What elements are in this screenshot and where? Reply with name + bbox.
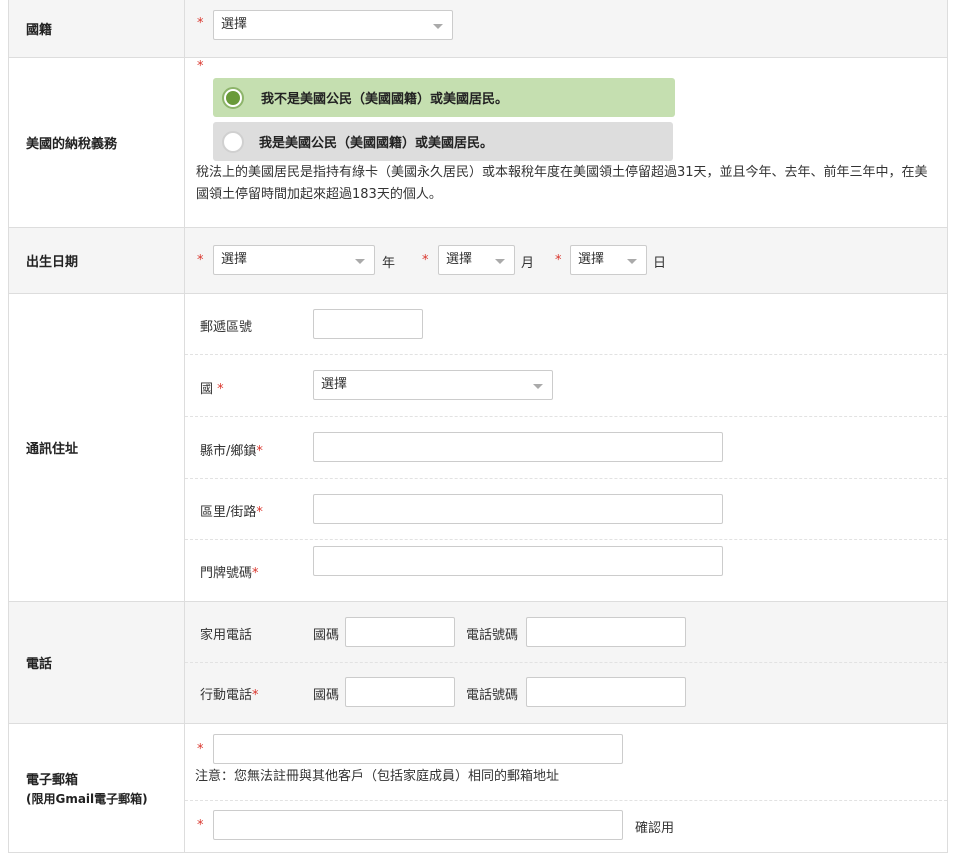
birth-month-value: 選擇 (446, 252, 473, 267)
mobile-number-label: 電話號碼 (466, 688, 519, 703)
house-input[interactable] (313, 546, 723, 576)
mobile-phone-subrow: 行動電話* 國碼 電話號碼 (185, 663, 947, 723)
home-phone-label: 家用電話 (200, 628, 253, 643)
email-sublabel: (限用Gmail電子郵箱) (26, 792, 148, 806)
email-input[interactable] (213, 734, 623, 764)
email-label: 電子郵箱 (26, 773, 79, 788)
required-mark: * (422, 253, 429, 268)
email-label-cell: 電子郵箱 (限用Gmail電子郵箱) (9, 724, 185, 852)
street-label-wrap: 區里/街路* (200, 501, 263, 520)
country-select[interactable]: 選擇 (313, 370, 553, 400)
registration-form: 國籍 * 選擇 美國的納稅義務 * 我不是美國公民（美國國籍）或美國居民。 我是… (8, 0, 948, 853)
house-subrow: 門牌號碼* (185, 540, 947, 601)
email-confirm-subrow: * 確認用 (185, 801, 947, 852)
street-input[interactable] (313, 494, 723, 524)
mobile-phone-label: 行動電話 (200, 688, 253, 703)
required-mark: * (217, 382, 224, 397)
address-label: 通訊住址 (9, 294, 185, 601)
home-country-code-label: 國碼 (313, 628, 340, 643)
postal-subrow: 郵遞區號 (185, 294, 947, 355)
country-label: 國 (200, 382, 214, 397)
radio-unchecked-icon (222, 130, 244, 153)
email-note: 注意：您無法註冊與其他客戶（包括家庭成員）相同的郵箱地址 (195, 769, 560, 784)
city-input[interactable] (313, 432, 723, 462)
address-row: 通訊住址 郵遞區號 國 * 選擇 縣市/鄉鎮* 區里/街路* 門牌號碼* (9, 294, 947, 602)
birth-day-value: 選擇 (578, 252, 605, 267)
city-subrow: 縣市/鄉鎮* (185, 417, 947, 479)
chevron-down-icon (495, 259, 505, 264)
us-tax-note: 稅法上的美國居民是指持有綠卡（美國永久居民）或本報稅年度在美國領土停留超過31天… (196, 165, 928, 202)
radio-not-us-person-label: 我不是美國公民（美國國籍）或美國居民。 (261, 92, 509, 107)
us-tax-label: 美國的納稅義務 (9, 58, 185, 227)
home-phone-subrow: 家用電話 國碼 電話號碼 (185, 602, 947, 663)
house-label-wrap: 門牌號碼* (200, 562, 259, 581)
mobile-country-code-label: 國碼 (313, 688, 340, 703)
nationality-select-value: 選擇 (221, 17, 248, 32)
mobile-label-wrap: 行動電話* (200, 684, 259, 703)
home-country-code-input[interactable] (345, 617, 455, 647)
chevron-down-icon (355, 259, 365, 264)
mobile-number-input[interactable] (526, 677, 686, 707)
radio-checked-icon (222, 86, 244, 109)
required-mark: * (197, 16, 204, 31)
phone-label: 電話 (9, 602, 185, 723)
radio-us-person[interactable]: 我是美國公民（美國國籍）或美國居民。 (213, 122, 673, 161)
email-subrow: * 注意：您無法註冊與其他客戶（包括家庭成員）相同的郵箱地址 (185, 724, 947, 801)
required-mark: * (256, 505, 263, 520)
email-confirm-label: 確認用 (635, 821, 675, 836)
required-mark: * (197, 742, 204, 757)
home-number-input[interactable] (526, 617, 686, 647)
required-mark: * (252, 688, 259, 703)
birth-month-select[interactable]: 選擇 (438, 245, 515, 275)
country-subrow: 國 * 選擇 (185, 355, 947, 417)
required-mark: * (197, 59, 204, 74)
birth-row: 出生日期 * 選擇 年 * 選擇 月 * 選擇 日 (9, 228, 947, 294)
required-mark: * (256, 444, 263, 459)
chevron-down-icon (533, 384, 543, 389)
email-confirm-input[interactable] (213, 810, 623, 840)
radio-not-us-person[interactable]: 我不是美國公民（美國國籍）或美國居民。 (213, 78, 675, 117)
nationality-select[interactable]: 選擇 (213, 10, 453, 40)
email-row: 電子郵箱 (限用Gmail電子郵箱) * 注意：您無法註冊與其他客戶（包括家庭成… (9, 724, 947, 853)
required-mark: * (555, 253, 562, 268)
day-unit: 日 (653, 256, 667, 271)
city-label-wrap: 縣市/鄉鎮* (200, 440, 263, 459)
mobile-country-code-input[interactable] (345, 677, 455, 707)
year-unit: 年 (382, 256, 396, 271)
birth-year-select[interactable]: 選擇 (213, 245, 375, 275)
radio-us-person-label: 我是美國公民（美國國籍）或美國居民。 (259, 136, 494, 151)
chevron-down-icon (627, 259, 637, 264)
street-subrow: 區里/街路* (185, 479, 947, 540)
chevron-down-icon (433, 24, 443, 29)
birth-label: 出生日期 (9, 228, 185, 293)
home-number-label: 電話號碼 (466, 628, 519, 643)
postal-input[interactable] (313, 309, 423, 339)
city-label: 縣市/鄉鎮 (200, 444, 257, 459)
postal-label: 郵遞區號 (200, 320, 253, 335)
house-label: 門牌號碼 (200, 566, 253, 581)
birth-day-select[interactable]: 選擇 (570, 245, 647, 275)
required-mark: * (252, 566, 259, 581)
month-unit: 月 (521, 256, 535, 271)
street-label: 區里/街路 (200, 505, 257, 520)
us-tax-row: 美國的納稅義務 * 我不是美國公民（美國國籍）或美國居民。 我是美國公民（美國國… (9, 58, 947, 228)
country-select-value: 選擇 (321, 377, 348, 392)
country-label-wrap: 國 * (200, 378, 224, 397)
required-mark: * (197, 818, 204, 833)
nationality-row: 國籍 * 選擇 (9, 0, 947, 58)
phone-row: 電話 家用電話 國碼 電話號碼 行動電話* 國碼 電話號碼 (9, 602, 947, 724)
required-mark: * (197, 253, 204, 268)
birth-year-value: 選擇 (221, 252, 248, 267)
nationality-label: 國籍 (9, 0, 185, 57)
